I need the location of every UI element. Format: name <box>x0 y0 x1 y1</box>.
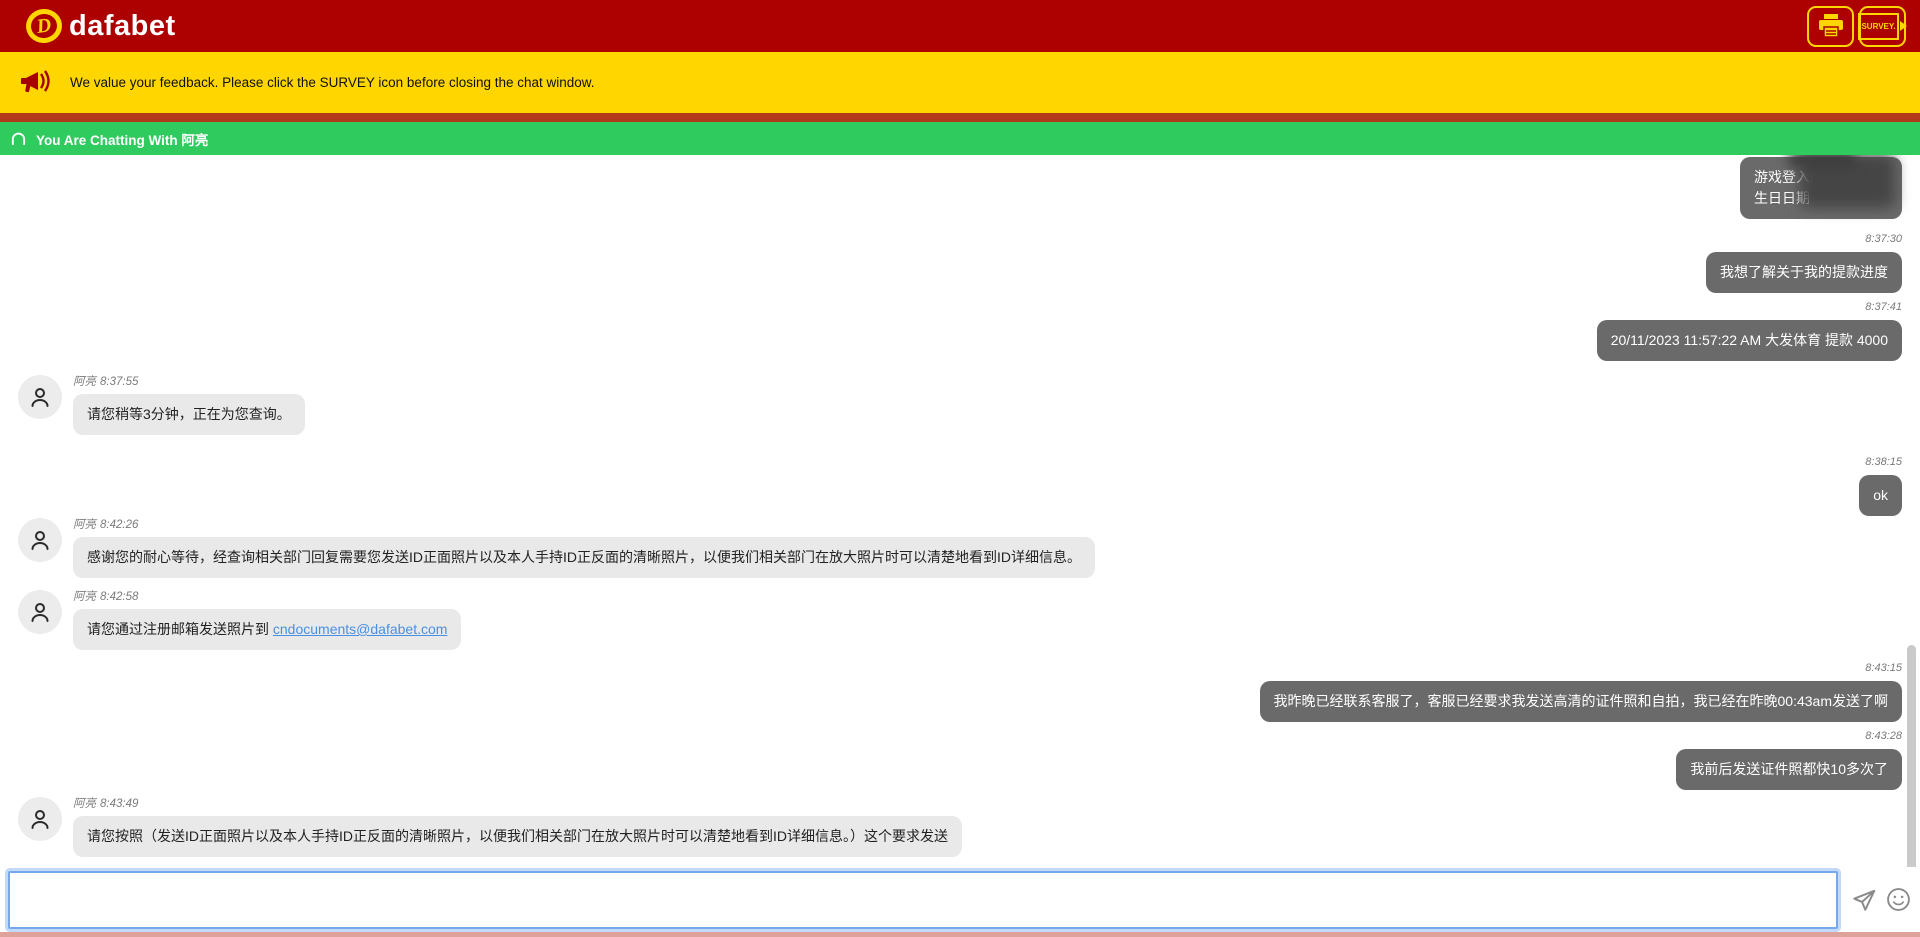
message-timestamp: 8:37:41 <box>1865 300 1902 314</box>
dafabet-logo: D dafabet <box>26 9 176 43</box>
user-message: 8:37:41 20/11/2023 11:57:22 AM 大发体育 提款 4… <box>18 300 1902 361</box>
agent-label: 阿亮 8:37:55 <box>73 375 305 389</box>
user-message: 8:43:28 我前后发送证件照都快10多次了 <box>18 729 1902 790</box>
send-icon <box>1851 887 1877 913</box>
agent-message-content: 阿亮 8:42:58 请您通过注册邮箱发送照片到 cndocuments@dafa… <box>73 590 461 650</box>
agent-avatar <box>18 518 62 562</box>
agent-name: 阿亮 <box>73 591 96 603</box>
print-button[interactable] <box>1807 6 1854 47</box>
composer-icons <box>1851 887 1911 913</box>
user-message-bubble: ok <box>1859 475 1902 516</box>
agent-message-content: 阿亮 8:43:49 请您按照（发送ID正面照片以及本人手持ID正反面的清晰照片，… <box>73 797 962 857</box>
chat-title-bar: You Are Chatting With 阿亮 <box>0 122 1920 155</box>
documents-email-link[interactable]: cndocuments@dafabet.com <box>273 621 448 637</box>
send-button[interactable] <box>1851 887 1877 913</box>
user-message-bubble: 我前后发送证件照都快10多次了 <box>1676 749 1902 790</box>
survey-button[interactable]: SURVEY. <box>1859 6 1906 47</box>
agent-name: 阿亮 <box>73 519 96 531</box>
agent-message-bubble: 请您稍等3分钟，正在为您查询。 <box>73 394 305 435</box>
message-composer <box>0 867 1920 932</box>
agent-message: 阿亮 8:43:49 请您按照（发送ID正面照片以及本人手持ID正反面的清晰照片，… <box>18 797 1902 857</box>
emoji-button[interactable] <box>1886 887 1911 912</box>
agent-message-bubble: 请您按照（发送ID正面照片以及本人手持ID正反面的清晰照片，以便我们相关部门在放… <box>73 816 962 857</box>
agent-avatar <box>18 375 62 419</box>
chat-title: You Are Chatting With 阿亮 <box>36 129 208 149</box>
user-message-bubble: 20/11/2023 11:57:22 AM 大发体育 提款 4000 <box>1597 320 1902 361</box>
message-timestamp: 8:43:28 <box>1865 729 1902 743</box>
agent-avatar <box>18 797 62 841</box>
smiley-icon <box>1886 887 1911 912</box>
agent-message: 阿亮 8:42:58 请您通过注册邮箱发送照片到 cndocuments@dafa… <box>18 590 1902 650</box>
printer-icon <box>1817 13 1845 39</box>
message-timestamp: 8:43:15 <box>1865 661 1902 675</box>
message-timestamp: 8:37:30 <box>1865 232 1902 246</box>
brand-name: dafabet <box>69 10 176 43</box>
chat-scrollbar-thumb[interactable] <box>1907 645 1916 867</box>
user-message: 游戏登入ID 生日日期 <box>18 157 1902 219</box>
user-message: 8:43:15 我昨晚已经联系客服了，客服已经要求我发送高清的证件照和自拍，我已… <box>18 661 1902 722</box>
agent-name: 阿亮 <box>73 376 96 388</box>
agent-label: 阿亮 8:42:26 <box>73 518 1095 532</box>
headset-icon <box>10 130 27 147</box>
user-message-bubble: 我想了解关于我的提款进度 <box>1706 252 1902 293</box>
agent-label: 阿亮 8:43:49 <box>73 797 962 811</box>
message-timestamp: 8:38:15 <box>1865 455 1902 469</box>
agent-message-bubble: 感谢您的耐心等待，经查询相关部门回复需要您发送ID正面照片以及本人手持ID正反面… <box>73 537 1095 578</box>
feedback-banner: We value your feedback. Please click the… <box>0 52 1920 113</box>
app-header: D dafabet SURVEY. <box>0 0 1920 52</box>
message-input[interactable] <box>8 871 1838 929</box>
survey-arrow-icon <box>1900 21 1907 31</box>
agent-name: 阿亮 <box>73 798 96 810</box>
agent-message: 阿亮 8:42:26 感谢您的耐心等待，经查询相关部门回复需要您发送ID正面照片以… <box>18 518 1902 578</box>
agent-message: 阿亮 8:37:55 请您稍等3分钟，正在为您查询。 <box>18 375 1902 435</box>
message-timestamp: 8:37:55 <box>100 376 138 388</box>
megaphone-icon <box>20 68 54 98</box>
user-message: 8:38:15 ok <box>18 455 1902 516</box>
agent-label: 阿亮 8:42:58 <box>73 590 461 604</box>
message-timestamp: 8:42:26 <box>100 519 138 531</box>
dafabet-logo-icon: D <box>24 7 64 46</box>
agent-message-content: 阿亮 8:37:55 请您稍等3分钟，正在为您查询。 <box>73 375 305 435</box>
chat-message-list: 游戏登入ID 生日日期 8:37:30 我想了解关于我的提款进度 8:37:41… <box>0 155 1920 867</box>
redaction-blur <box>1787 155 1857 167</box>
logo-d-glyph: D <box>35 14 53 39</box>
message-timestamp: 8:43:49 <box>100 798 138 810</box>
user-message-bubble: 我昨晚已经联系客服了，客服已经要求我发送高清的证件照和自拍，我已经在昨晚00:4… <box>1260 681 1902 722</box>
user-message: 8:37:30 我想了解关于我的提款进度 <box>18 232 1902 293</box>
header-buttons: SURVEY. <box>1807 6 1906 47</box>
message-text: 请您通过注册邮箱发送照片到 <box>87 621 273 637</box>
person-icon <box>27 384 53 410</box>
survey-label: SURVEY. <box>1858 13 1898 40</box>
agent-avatar <box>18 590 62 634</box>
user-message-bubble: 游戏登入ID 生日日期 <box>1740 157 1902 219</box>
person-icon <box>27 599 53 625</box>
person-icon <box>27 806 53 832</box>
agent-message-content: 阿亮 8:42:26 感谢您的耐心等待，经查询相关部门回复需要您发送ID正面照片以… <box>73 518 1095 578</box>
person-icon <box>27 527 53 553</box>
feedback-banner-text: We value your feedback. Please click the… <box>70 75 595 90</box>
divider-strip <box>0 113 1920 122</box>
message-timestamp: 8:42:58 <box>100 591 138 603</box>
bottom-strip <box>0 932 1920 937</box>
survey-icon: SURVEY. <box>1858 13 1906 40</box>
agent-message-bubble: 请您通过注册邮箱发送照片到 cndocuments@dafabet.com <box>73 609 461 650</box>
